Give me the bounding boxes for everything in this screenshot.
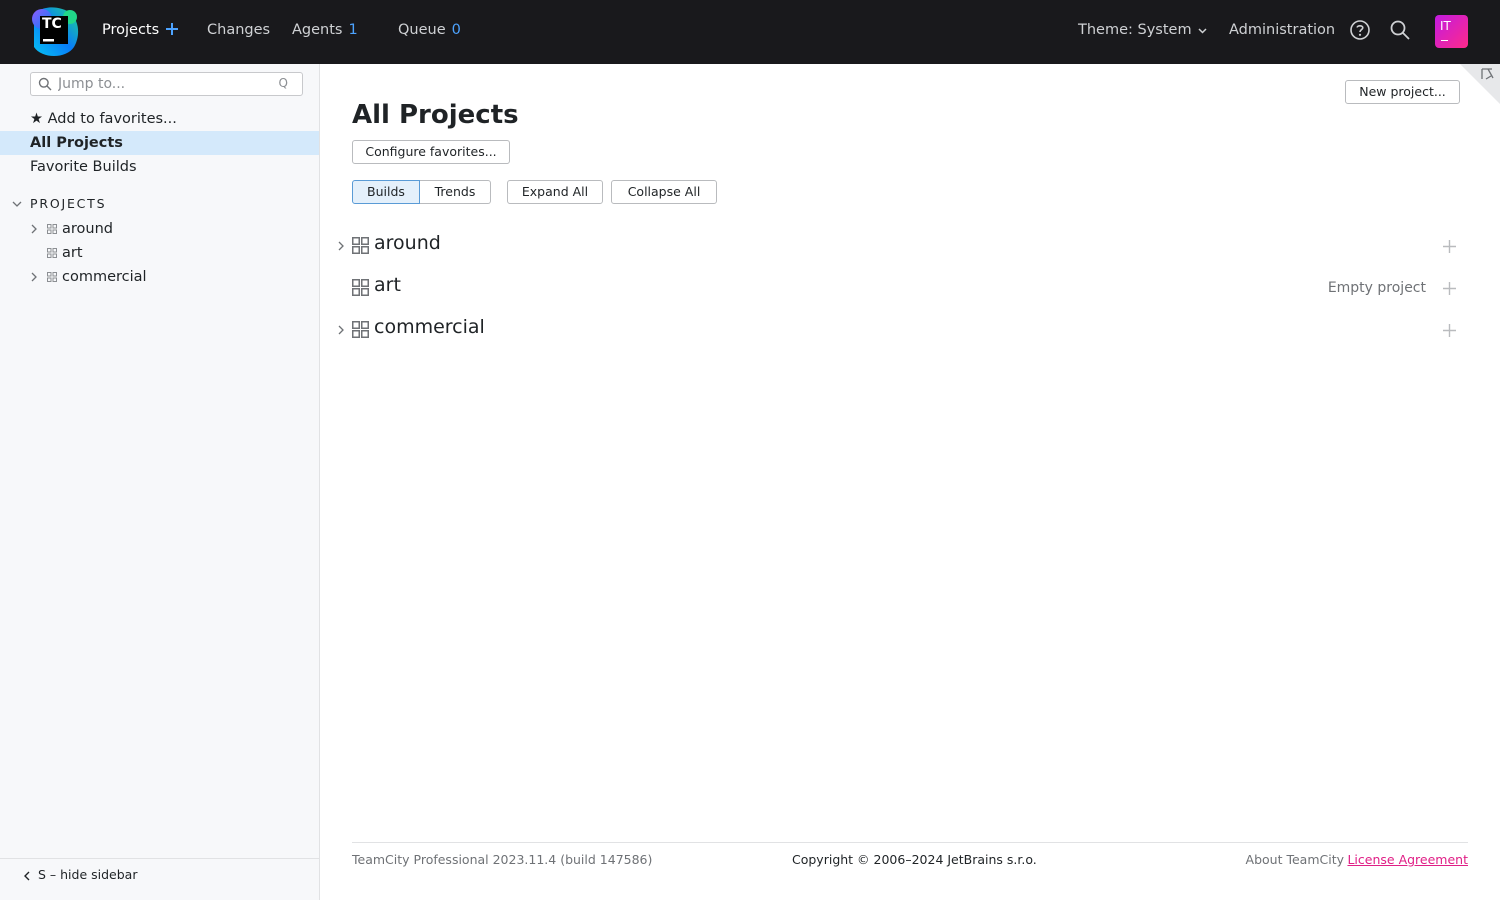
plus-icon[interactable]	[1443, 324, 1456, 337]
project-status-text: Empty project	[1327, 280, 1426, 296]
project-row-art[interactable]: art Empty project	[334, 271, 1472, 305]
plus-icon[interactable]	[165, 22, 179, 36]
project-icon	[352, 237, 369, 254]
project-name-link[interactable]: around	[374, 232, 441, 254]
nav-agents[interactable]: Agents 1	[292, 0, 358, 64]
theme-label: Theme: System	[1078, 22, 1192, 38]
project-row-around[interactable]: around	[334, 229, 1472, 263]
teamcity-logo[interactable]: TC	[30, 7, 80, 57]
nav-agents-label: Agents	[292, 22, 343, 38]
sidebar: Q ★ Add to favorites... All Projects Fav…	[0, 64, 320, 900]
chevron-right-icon[interactable]	[336, 241, 346, 251]
projects-section-title: PROJECTS	[30, 196, 107, 211]
agents-count-badge: 1	[348, 22, 358, 38]
project-icon	[352, 279, 369, 296]
project-row-commercial[interactable]: commercial	[334, 313, 1472, 347]
jump-to-search[interactable]: Q	[30, 72, 303, 96]
top-navigation-bar: TC Projects Changes Agents 1 Queue 0 Theme…	[0, 0, 1500, 64]
page-title: All Projects	[352, 100, 519, 130]
tab-builds[interactable]: Builds	[352, 180, 420, 204]
chevron-right-icon[interactable]	[29, 272, 39, 282]
license-agreement-link[interactable]: License Agreement	[1347, 852, 1468, 867]
sidebar-project-label: art	[62, 245, 83, 261]
jump-to-input[interactable]	[58, 75, 273, 93]
sidebar-item-all-projects[interactable]: All Projects	[0, 131, 319, 155]
search-shortcut-hint: Q	[278, 76, 288, 90]
version-text: TeamCity Professional 2023.11.4 (build 1…	[352, 852, 653, 867]
sidebar-project-commercial[interactable]: commercial	[0, 265, 319, 289]
theme-selector[interactable]: Theme: System	[1078, 0, 1207, 64]
about-teamcity-link[interactable]: About TeamCity	[1246, 852, 1344, 867]
project-name-link[interactable]: art	[374, 274, 401, 296]
add-to-favorites-link[interactable]: ★ Add to favorites...	[0, 107, 319, 131]
sidebar-project-label: commercial	[62, 269, 147, 285]
queue-count-badge: 0	[451, 22, 461, 38]
sidebar-project-around[interactable]: around	[0, 217, 319, 241]
chevron-down-icon	[12, 201, 22, 207]
projects-section-header[interactable]: PROJECTS	[0, 193, 319, 215]
chevron-right-icon[interactable]	[29, 224, 39, 234]
nav-administration[interactable]: Administration	[1229, 0, 1335, 64]
chevron-left-icon	[24, 871, 30, 881]
sidebar-project-label: around	[62, 221, 113, 237]
chevron-down-icon	[1198, 27, 1207, 34]
search-icon	[38, 77, 52, 91]
edit-overview-corner-icon[interactable]	[1460, 64, 1500, 104]
expand-all-button[interactable]: Expand All	[507, 180, 603, 204]
nav-projects[interactable]: Projects	[102, 0, 159, 64]
project-icon	[47, 272, 57, 282]
project-icon	[47, 248, 57, 258]
sidebar-project-art[interactable]: art	[0, 241, 319, 265]
plus-icon[interactable]	[1443, 240, 1456, 253]
copyright-text: Copyright © 2006–2024 JetBrains s.r.o.	[792, 852, 1037, 867]
new-project-button[interactable]: New project...	[1345, 80, 1460, 104]
tab-trends[interactable]: Trends	[420, 180, 491, 204]
plus-icon[interactable]	[1443, 282, 1456, 295]
nav-changes[interactable]: Changes	[207, 0, 270, 64]
hide-sidebar-label: S – hide sidebar	[38, 867, 138, 882]
avatar-underline	[1441, 40, 1448, 41]
search-icon[interactable]	[1389, 19, 1411, 41]
user-avatar[interactable]: IT	[1435, 15, 1468, 48]
footer: TeamCity Professional 2023.11.4 (build 1…	[352, 842, 1468, 882]
project-name-link[interactable]: commercial	[374, 316, 485, 338]
nav-queue-label: Queue	[398, 22, 446, 38]
project-icon	[352, 321, 369, 338]
avatar-initials: IT	[1440, 19, 1451, 33]
sidebar-item-favorite-builds[interactable]: Favorite Builds	[0, 155, 319, 179]
main-content: All Projects New project... Configure fa…	[320, 64, 1500, 900]
project-icon	[47, 224, 57, 234]
configure-favorites-button[interactable]: Configure favorites...	[352, 140, 510, 164]
chevron-right-icon[interactable]	[336, 325, 346, 335]
help-icon[interactable]	[1349, 19, 1371, 41]
collapse-all-button[interactable]: Collapse All	[611, 180, 717, 204]
logo-text: TC	[42, 16, 62, 32]
nav-queue[interactable]: Queue 0	[398, 0, 461, 64]
hide-sidebar-button[interactable]: S – hide sidebar	[0, 858, 319, 900]
